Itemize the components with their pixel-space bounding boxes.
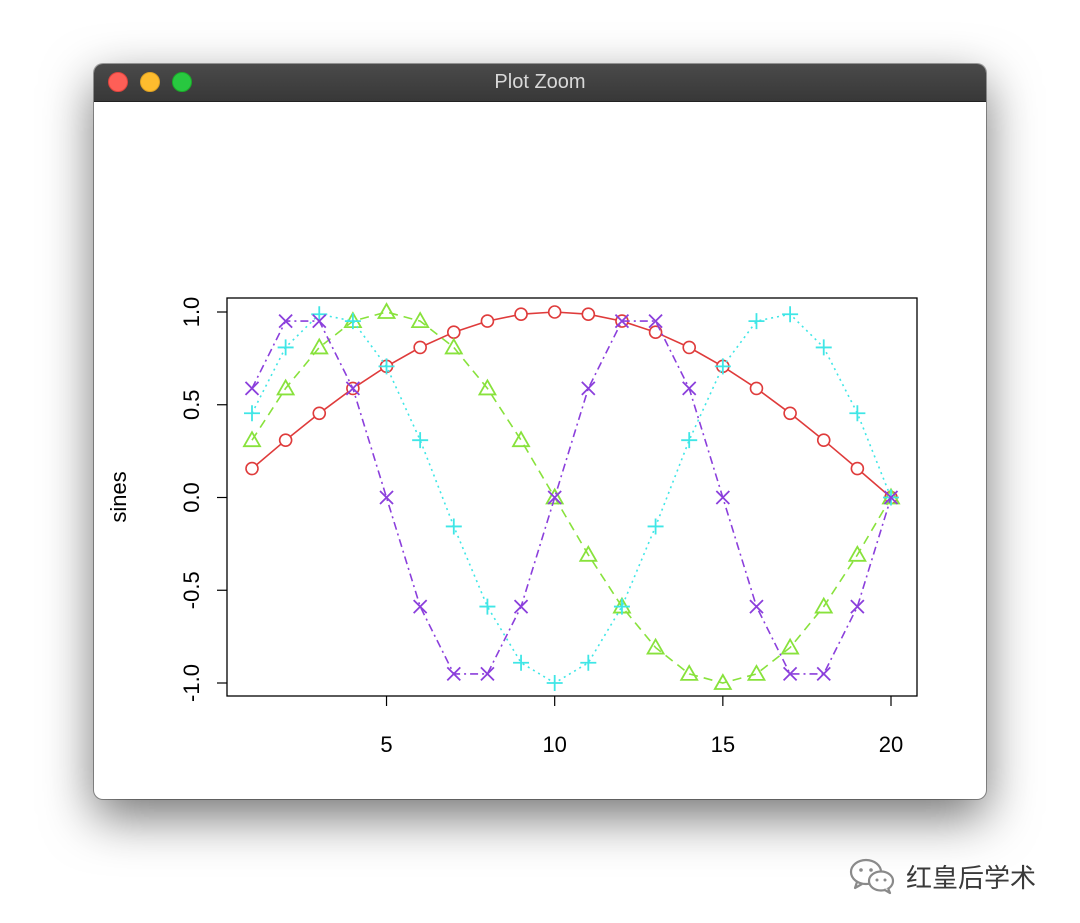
y-axis-label: sines	[106, 471, 131, 522]
data-point	[715, 490, 730, 505]
data-point	[682, 381, 697, 396]
plot-zoom-window: Plot Zoom 5 10 15 20 -1.0 -0.5 0.0 0.5 1.0 sines	[94, 64, 986, 799]
data-point	[748, 313, 765, 330]
watermark: 红皇后学术	[848, 856, 1036, 896]
window-title: Plot Zoom	[494, 71, 586, 93]
data-point	[850, 461, 865, 476]
plot-area: 5 10 15 20 -1.0 -0.5 0.0 0.5 1.0 sines	[94, 102, 986, 799]
data-point	[547, 305, 562, 319]
plot-frame	[226, 297, 918, 697]
data-point	[480, 314, 495, 328]
data-point	[815, 339, 832, 356]
y-tick-label: 1.0	[179, 297, 204, 328]
data-point	[413, 340, 427, 355]
data-point	[376, 302, 397, 319]
data-point	[513, 654, 530, 671]
data-point	[312, 406, 327, 421]
data-point	[746, 664, 767, 681]
y-tick-label: 0.5	[179, 389, 204, 420]
data-point	[277, 339, 294, 356]
data-point	[816, 666, 831, 682]
title-bar[interactable]: Plot Zoom	[94, 64, 986, 102]
watermark-text: 红皇后学术	[906, 863, 1037, 894]
data-point	[581, 307, 596, 322]
data-point	[682, 340, 697, 355]
data-point	[446, 325, 461, 340]
x-tick-label: 15	[711, 732, 735, 757]
x-tick-label: 20	[879, 732, 903, 757]
data-point	[245, 461, 259, 476]
data-point	[849, 405, 866, 422]
data-point	[749, 381, 764, 396]
data-point	[479, 598, 496, 615]
data-point	[514, 307, 528, 322]
data-point	[412, 432, 429, 449]
series-line	[251, 313, 892, 684]
y-tick-label: -1.0	[179, 664, 204, 702]
data-point	[714, 358, 731, 375]
data-point	[513, 599, 529, 614]
data-point	[749, 599, 764, 614]
data-point	[244, 381, 260, 396]
data-point	[850, 599, 865, 614]
data-point	[679, 664, 699, 681]
data-point	[413, 599, 428, 614]
data-point	[782, 306, 799, 323]
sines-chart: 5 10 15 20 -1.0 -0.5 0.0 0.5 1.0 sines	[106, 297, 918, 757]
data-point	[378, 358, 395, 375]
data-point	[647, 518, 664, 535]
wechat-icon	[849, 858, 895, 895]
data-point	[783, 406, 797, 421]
x-tick-label: 10	[542, 732, 566, 757]
series-line	[251, 320, 892, 675]
data-point	[713, 673, 733, 690]
data-point	[278, 433, 293, 447]
series-line	[251, 311, 892, 684]
data-point	[816, 433, 831, 447]
data-point	[379, 490, 394, 505]
data-point	[681, 432, 698, 449]
data-point	[580, 654, 597, 671]
data-point	[546, 675, 563, 691]
data-point	[581, 381, 596, 396]
series-line	[251, 311, 892, 499]
x-tick-label: 5	[380, 732, 392, 757]
data-point	[445, 518, 462, 535]
data-point	[444, 337, 464, 355]
data-point	[244, 405, 260, 422]
y-tick-label: 0.0	[179, 482, 204, 513]
data-point	[309, 337, 329, 355]
y-tick-label: -0.5	[179, 571, 204, 609]
